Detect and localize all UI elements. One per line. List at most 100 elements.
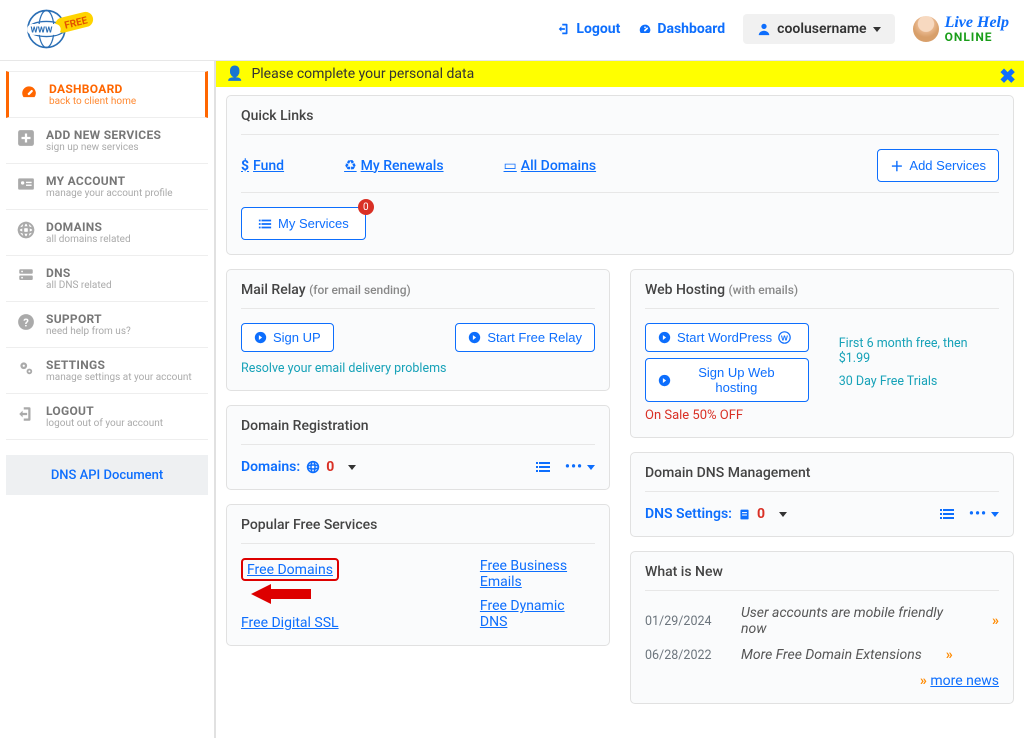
recycle-icon: ♻ (344, 158, 357, 174)
quick-links-heading: Quick Links (241, 108, 999, 124)
sidebar-item-sub: need help from us? (46, 326, 131, 337)
my-services-badge: 0 (358, 199, 374, 215)
domains-dropdown[interactable]: Domains: 0 (241, 459, 356, 475)
username-label: coolusername (777, 21, 866, 37)
logout-link[interactable]: Logout (557, 21, 620, 37)
my-services-button[interactable]: My Services (241, 207, 366, 240)
dns-api-doc-link[interactable]: DNS API Document (51, 468, 163, 483)
fund-link[interactable]: $ Fund (241, 158, 284, 174)
news-item[interactable]: 06/28/2022 More Free Domain Extensions » (645, 647, 999, 663)
free-dynamic-dns-link[interactable]: Free Dynamic DNS (480, 598, 595, 630)
free-domains-link[interactable]: Free Domains (247, 562, 333, 578)
on-sale-text: On Sale 50% OFF (645, 408, 999, 423)
more-news-link[interactable]: more news (930, 673, 999, 689)
signup-web-hosting-button[interactable]: Sign Up Web hosting (645, 358, 809, 402)
sidebar-item-label: SETTINGS (46, 358, 192, 372)
sidebar-item-dashboard[interactable]: DASHBOARDback to client home (6, 71, 208, 118)
arrow-circle-right-icon (468, 331, 481, 344)
news-title: User accounts are mobile friendly now (741, 605, 968, 637)
add-services-button[interactable]: ＋ Add Services (877, 149, 999, 182)
domain-registration-card: Domain Registration Domains: 0 ••• (226, 405, 610, 490)
globe-icon (306, 460, 320, 474)
sidebar-item-label: MY ACCOUNT (46, 174, 173, 188)
svg-text:WWW: WWW (30, 25, 53, 35)
web-hosting-heading: Web Hosting (with emails) (645, 282, 999, 298)
id-card-icon (16, 174, 36, 194)
alert-personal-data: 👤 Please complete your personal data ✖ (216, 61, 1024, 87)
logo[interactable]: FREE WWW (15, 8, 103, 50)
logo-globe-icon: FREE WWW (15, 8, 103, 50)
content: 👤 Please complete your personal data ✖ Q… (214, 61, 1024, 738)
domains-count: 0 (326, 459, 334, 475)
alert-text: Please complete your personal data (251, 66, 474, 82)
mail-signup-button[interactable]: Sign UP (241, 323, 334, 352)
domain-registration-heading: Domain Registration (241, 418, 595, 434)
agent-avatar-icon (913, 16, 939, 42)
promo-six-month[interactable]: First 6 month free, then $1.99 (839, 336, 999, 366)
wordpress-icon: W (778, 331, 791, 344)
sidebar-item-label: ADD NEW SERVICES (46, 128, 161, 142)
dns-settings-dropdown[interactable]: DNS Settings: 0 (645, 506, 787, 522)
dns-count: 0 (757, 506, 765, 522)
chevron-right-icon: » (946, 647, 953, 663)
news-item[interactable]: 01/29/2024 User accounts are mobile frie… (645, 605, 999, 637)
domain-dns-card: Domain DNS Management DNS Settings: 0 (630, 452, 1014, 537)
more-actions-dropdown[interactable]: ••• (969, 506, 999, 522)
resolve-delivery-link[interactable]: Resolve your email delivery problems (241, 361, 447, 376)
mail-relay-heading: Mail Relay (for email sending) (241, 282, 595, 298)
web-hosting-card: Web Hosting (with emails) Start WordPres… (630, 269, 1014, 438)
all-domains-link[interactable]: ▭ All Domains (504, 158, 597, 174)
popular-free-services-card: Popular Free Services Free Domains (226, 504, 610, 646)
list-view-icon[interactable] (939, 506, 955, 522)
sidebar-item-add-services[interactable]: ADD NEW SERVICESsign up new services (6, 118, 208, 164)
alert-close-button[interactable]: ✖ (999, 64, 1016, 88)
dashboard-link[interactable]: Dashboard (638, 21, 725, 37)
live-help[interactable]: Live Help ONLINE (913, 15, 1009, 43)
dns-api-doc[interactable]: DNS API Document (6, 455, 208, 495)
arrow-circle-right-icon (658, 374, 671, 387)
sidebar-item-label: SUPPORT (46, 312, 131, 326)
plus-square-icon: ＋ (890, 156, 903, 175)
sidebar-item-logout[interactable]: LOGOUTlogout out of your account (6, 394, 208, 440)
sidebar-item-settings[interactable]: SETTINGSmanage settings at your account (6, 348, 208, 394)
server-icon (16, 266, 36, 286)
quick-links-card: Quick Links $ Fund ♻ My Renewals ▭ All D… (226, 95, 1014, 255)
user-menu[interactable]: coolusername (743, 14, 894, 44)
gauge-icon (638, 22, 652, 36)
promo-30-day[interactable]: 30 Day Free Trials (839, 374, 999, 389)
popular-free-services-heading: Popular Free Services (241, 517, 595, 533)
sidebar-item-sub: manage settings at your account (46, 372, 192, 383)
what-is-new-heading: What is New (645, 564, 999, 580)
sidebar-item-domains[interactable]: DOMAINSall domains related (6, 210, 208, 256)
doc-icon (738, 508, 751, 521)
my-renewals-link[interactable]: ♻ My Renewals (344, 158, 443, 174)
globe-icon (16, 220, 36, 240)
card-icon: ▭ (504, 158, 517, 174)
live-help-status: ONLINE (945, 31, 1009, 43)
caret-down-icon (348, 465, 356, 470)
topbar: FREE WWW Logout Dashboard coolusername (0, 0, 1024, 61)
signout-icon (557, 22, 571, 36)
sidebar-item-label: DNS (46, 266, 112, 280)
sidebar-item-my-account[interactable]: MY ACCOUNTmanage your account profile (6, 164, 208, 210)
sidebar-item-support[interactable]: ? SUPPORTneed help from us? (6, 302, 208, 348)
sidebar: DASHBOARDback to client home ADD NEW SER… (0, 61, 214, 738)
free-digital-ssl-link[interactable]: Free Digital SSL (241, 615, 390, 631)
free-business-emails-link[interactable]: Free Business Emails (480, 558, 595, 590)
news-title: More Free Domain Extensions (741, 647, 922, 663)
plus-square-icon (16, 128, 36, 148)
sidebar-item-dns[interactable]: DNSall DNS related (6, 256, 208, 302)
caret-down-icon (873, 27, 881, 32)
news-date: 01/29/2024 (645, 614, 723, 629)
chevron-right-icon: » (992, 613, 999, 629)
dollar-icon: $ (241, 158, 249, 174)
start-wordpress-button[interactable]: Start WordPress W (645, 323, 809, 352)
list-view-icon[interactable] (535, 459, 551, 475)
start-free-relay-button[interactable]: Start Free Relay (455, 323, 595, 352)
sidebar-item-label: DASHBOARD (49, 82, 136, 96)
more-actions-dropdown[interactable]: ••• (565, 459, 595, 475)
sidebar-item-sub: all DNS related (46, 280, 112, 291)
arrow-circle-right-icon (254, 331, 267, 344)
cogs-icon (16, 358, 36, 378)
arrow-circle-right-icon (658, 331, 671, 344)
